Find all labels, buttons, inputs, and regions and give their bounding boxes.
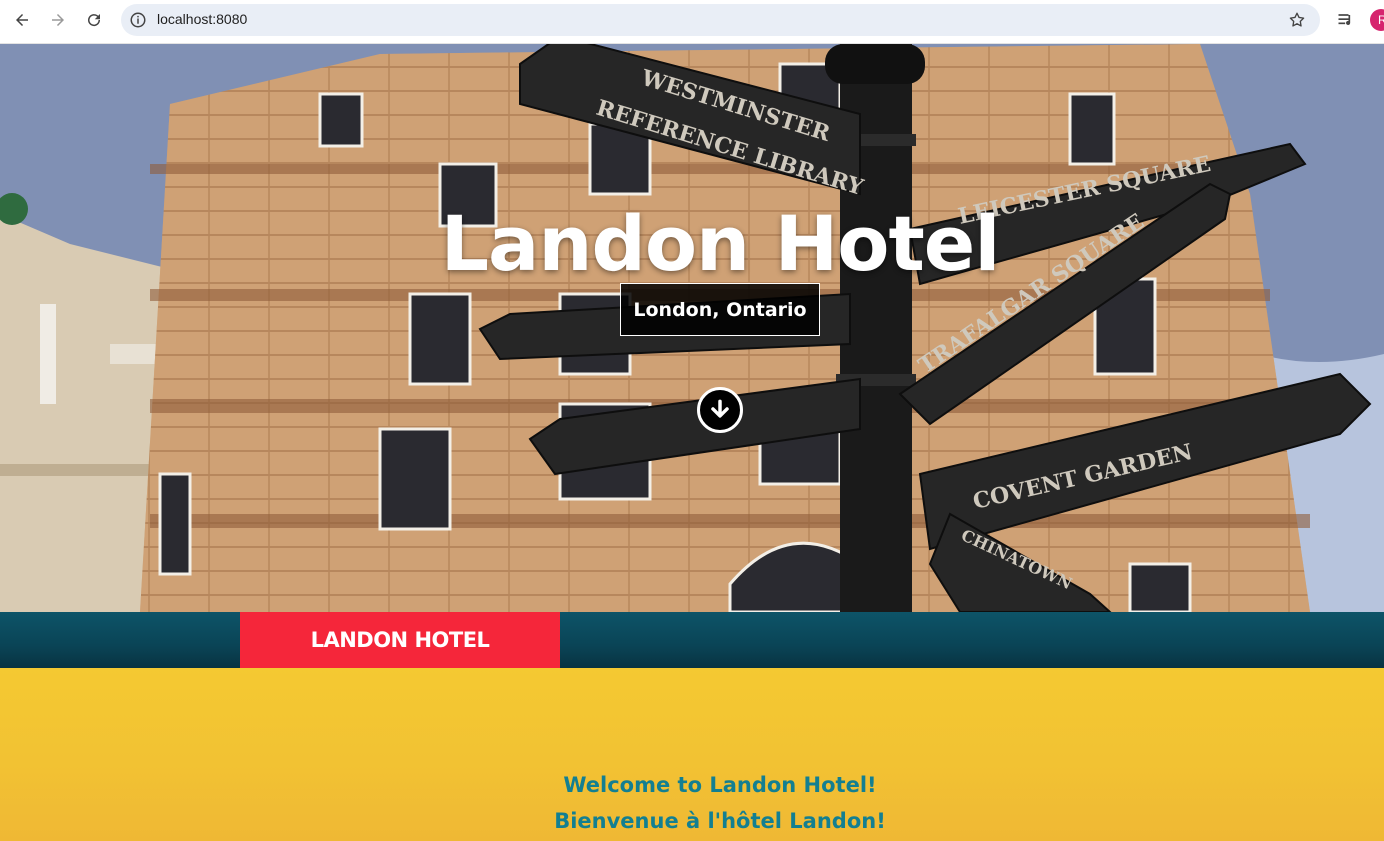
forward-button[interactable]	[42, 6, 74, 34]
star-icon[interactable]	[1288, 11, 1306, 29]
welcome-section: Welcome to Landon Hotel! Bienvenue à l'h…	[0, 668, 1384, 841]
forward-arrow-icon	[52, 14, 64, 26]
back-arrow-icon	[16, 14, 28, 26]
reload-button[interactable]	[78, 6, 110, 34]
hero-section: WESTMINSTER REFERENCE LIBRARY LEICESTER …	[0, 44, 1384, 612]
address-bar[interactable]: localhost:8080	[121, 4, 1320, 36]
reload-icon	[88, 14, 101, 27]
brand-logo-link[interactable]: LANDON HOTEL	[240, 612, 560, 668]
site-navbar: LANDON HOTEL	[0, 612, 1384, 668]
info-icon[interactable]	[129, 11, 147, 29]
back-button[interactable]	[6, 6, 38, 34]
reading-list-icon[interactable]	[1336, 10, 1356, 30]
arrow-down-circle-icon	[711, 399, 729, 418]
profile-avatar[interactable]: R	[1370, 9, 1384, 31]
hero-title: Landon Hotel	[440, 199, 1001, 288]
hero-subtitle: London, Ontario	[620, 283, 820, 336]
url-text: localhost:8080	[157, 11, 248, 27]
scroll-down-button[interactable]	[697, 387, 743, 433]
welcome-heading-english: Welcome to Landon Hotel!	[563, 773, 877, 797]
welcome-heading-french: Bienvenue à l'hôtel Landon!	[554, 809, 886, 833]
browser-toolbar: localhost:8080 R	[0, 0, 1384, 44]
